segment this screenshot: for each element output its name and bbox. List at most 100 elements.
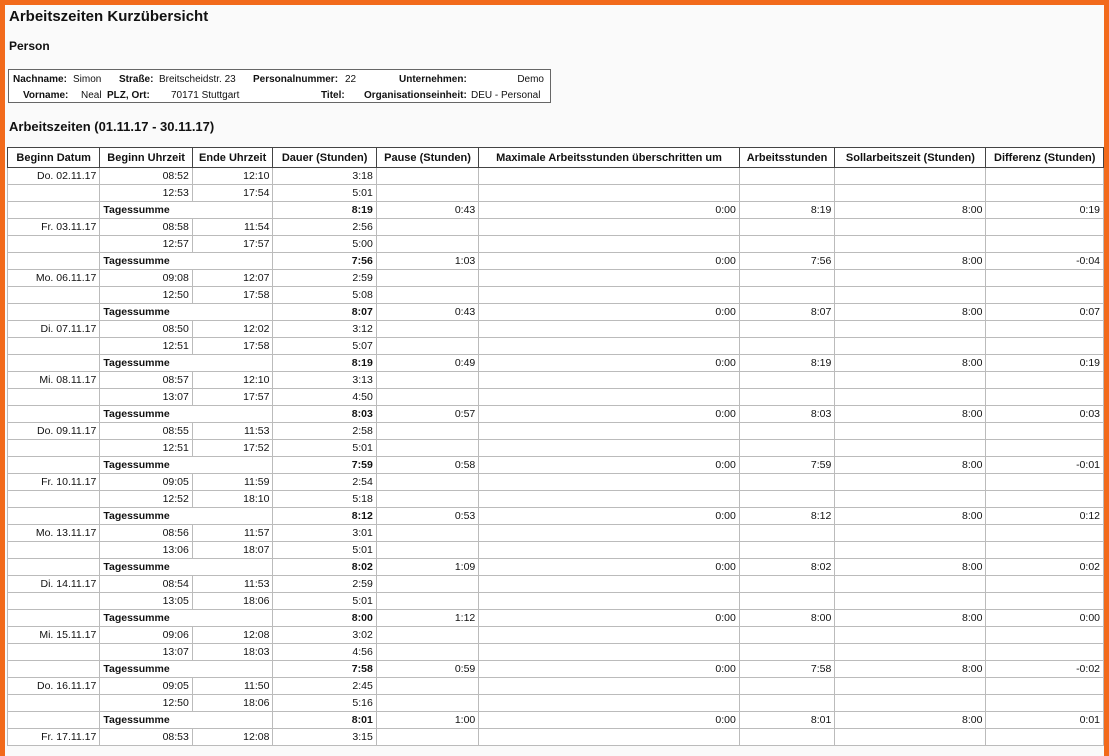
sum-target: 8:00 xyxy=(834,507,987,525)
pause-cell xyxy=(375,337,480,355)
table-row: 12:50 18:06 5:16 xyxy=(6,694,1104,712)
sum-date-cell xyxy=(6,303,101,321)
sum-diff: 0:00 xyxy=(985,609,1104,627)
sum-duration: 8:01 xyxy=(272,711,377,729)
date-cell: Mo. 06.11.17 xyxy=(6,269,101,287)
sum-duration: 8:02 xyxy=(272,558,377,576)
work-hours-cell xyxy=(738,473,836,491)
table-row: 12:52 18:10 5:18 xyxy=(6,490,1104,508)
sum-date-cell xyxy=(6,558,101,576)
date-cell xyxy=(6,439,101,457)
start-time-cell: 09:05 xyxy=(99,473,193,491)
sum-work-hours: 8:02 xyxy=(738,558,836,576)
sum-max: 0:00 xyxy=(478,507,740,525)
end-time-cell: 11:50 xyxy=(191,677,274,695)
day-sum-row: Tagessumme 7:56 1:03 0:00 7:56 8:00 -0:04 xyxy=(6,252,1104,270)
diff-cell xyxy=(985,337,1104,355)
sum-pause: 0:53 xyxy=(375,507,480,525)
pause-cell xyxy=(375,286,480,304)
unternehmen-label: Unternehmen: xyxy=(399,74,467,85)
sum-diff: -0:04 xyxy=(985,252,1104,270)
col-header: Dauer (Stunden) xyxy=(272,147,377,168)
table-row: Di. 07.11.17 08:50 12:02 3:12 xyxy=(6,320,1104,338)
end-time-cell: 17:58 xyxy=(191,286,274,304)
day-sum-row: Tagessumme 8:03 0:57 0:00 8:03 8:00 0:03 xyxy=(6,405,1104,423)
target-cell xyxy=(834,439,987,457)
table-row: Fr. 10.11.17 09:05 11:59 2:54 xyxy=(6,473,1104,491)
target-cell xyxy=(834,626,987,644)
sum-target: 8:00 xyxy=(834,609,987,627)
end-time-cell: 17:54 xyxy=(191,184,274,202)
work-hours-cell xyxy=(738,728,836,746)
duration-cell: 5:01 xyxy=(272,439,377,457)
pause-cell xyxy=(375,524,480,542)
end-time-cell: 18:07 xyxy=(191,541,274,559)
duration-cell: 3:18 xyxy=(272,167,377,185)
diff-cell xyxy=(985,388,1104,406)
diff-cell xyxy=(985,524,1104,542)
table-row: 13:05 18:06 5:01 xyxy=(6,592,1104,610)
target-cell xyxy=(834,235,987,253)
sum-label: Tagessumme xyxy=(99,456,274,474)
start-time-cell: 12:50 xyxy=(99,694,193,712)
sum-pause: 0:43 xyxy=(375,201,480,219)
duration-cell: 5:01 xyxy=(272,592,377,610)
diff-cell xyxy=(985,235,1104,253)
sum-duration: 8:12 xyxy=(272,507,377,525)
sum-target: 8:00 xyxy=(834,456,987,474)
target-cell xyxy=(834,388,987,406)
date-cell xyxy=(6,592,101,610)
sum-diff: -0:01 xyxy=(985,456,1104,474)
sum-diff: 0:03 xyxy=(985,405,1104,423)
pause-cell xyxy=(375,592,480,610)
target-cell xyxy=(834,269,987,287)
sum-max: 0:00 xyxy=(478,711,740,729)
pause-cell xyxy=(375,575,480,593)
date-cell xyxy=(6,388,101,406)
max-cell xyxy=(478,677,740,695)
day-sum-row: Tagessumme 8:01 1:00 0:00 8:01 8:00 0:01 xyxy=(6,711,1104,729)
sum-pause: 1:09 xyxy=(375,558,480,576)
duration-cell: 5:07 xyxy=(272,337,377,355)
start-time-cell: 12:50 xyxy=(99,286,193,304)
sum-label: Tagessumme xyxy=(99,252,274,270)
sum-diff: 0:12 xyxy=(985,507,1104,525)
start-time-cell: 08:54 xyxy=(99,575,193,593)
duration-cell: 2:54 xyxy=(272,473,377,491)
sum-date-cell xyxy=(6,507,101,525)
end-time-cell: 17:57 xyxy=(191,235,274,253)
person-info-box: Nachname: Simon Vorname: Neal Straße: Br… xyxy=(8,69,551,103)
sum-max: 0:00 xyxy=(478,303,740,321)
duration-cell: 2:45 xyxy=(272,677,377,695)
max-cell xyxy=(478,524,740,542)
nachname-value: Simon xyxy=(73,74,102,85)
sum-max: 0:00 xyxy=(478,405,740,423)
end-time-cell: 12:08 xyxy=(191,626,274,644)
target-cell xyxy=(834,218,987,236)
sum-target: 8:00 xyxy=(834,354,987,372)
end-time-cell: 12:08 xyxy=(191,728,274,746)
target-cell xyxy=(834,337,987,355)
pause-cell xyxy=(375,184,480,202)
sum-work-hours: 8:19 xyxy=(738,354,836,372)
table-row: 12:50 17:58 5:08 xyxy=(6,286,1104,304)
date-cell xyxy=(6,490,101,508)
target-cell xyxy=(834,541,987,559)
sum-pause: 1:03 xyxy=(375,252,480,270)
date-cell: Fr. 03.11.17 xyxy=(6,218,101,236)
titel-label: Titel: xyxy=(321,90,345,101)
sum-label: Tagessumme xyxy=(99,558,274,576)
pause-cell xyxy=(375,235,480,253)
table-row: 13:07 17:57 4:50 xyxy=(6,388,1104,406)
target-cell xyxy=(834,524,987,542)
end-time-cell: 12:07 xyxy=(191,269,274,287)
table-row: Di. 14.11.17 08:54 11:53 2:59 xyxy=(6,575,1104,593)
sum-target: 8:00 xyxy=(834,252,987,270)
start-time-cell: 09:05 xyxy=(99,677,193,695)
start-time-cell: 08:57 xyxy=(99,371,193,389)
date-cell: Mi. 15.11.17 xyxy=(6,626,101,644)
target-cell xyxy=(834,184,987,202)
work-hours-cell xyxy=(738,575,836,593)
diff-cell xyxy=(985,439,1104,457)
max-cell xyxy=(478,643,740,661)
